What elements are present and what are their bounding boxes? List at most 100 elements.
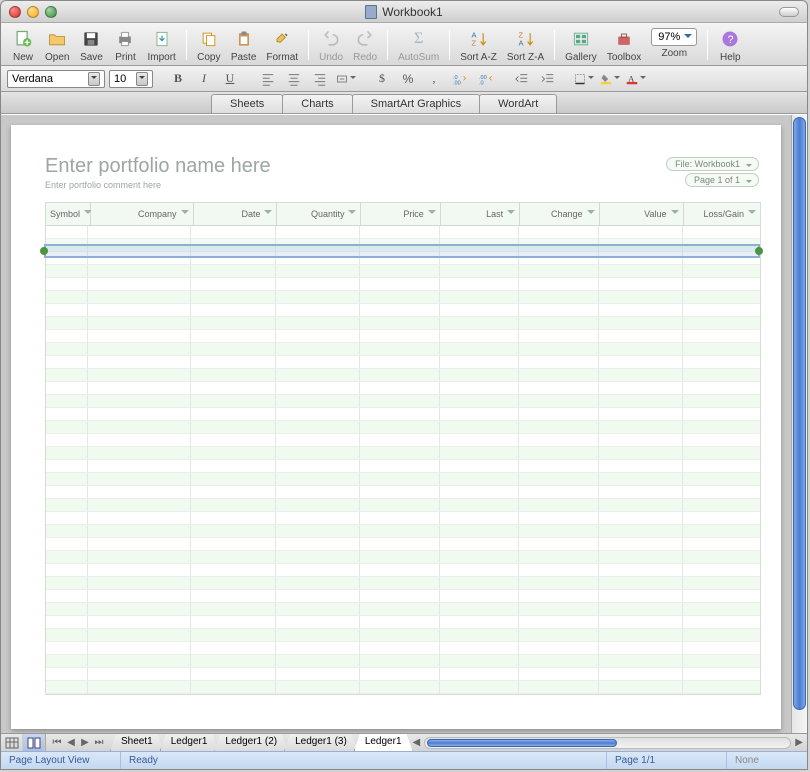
- cell[interactable]: [440, 239, 520, 252]
- cell[interactable]: [599, 681, 683, 694]
- cell[interactable]: [191, 291, 275, 304]
- cell[interactable]: [276, 590, 360, 603]
- cell[interactable]: [360, 330, 440, 343]
- cell[interactable]: [46, 291, 88, 304]
- cell[interactable]: [440, 564, 520, 577]
- cell[interactable]: [360, 239, 440, 252]
- cell[interactable]: [88, 356, 191, 369]
- cell[interactable]: [88, 330, 191, 343]
- sheet-tab[interactable]: Ledger1: [354, 734, 413, 751]
- cell[interactable]: [360, 629, 440, 642]
- cell[interactable]: [88, 590, 191, 603]
- column-header[interactable]: Last: [441, 203, 520, 225]
- cell[interactable]: [191, 525, 275, 538]
- cell[interactable]: [519, 239, 599, 252]
- normal-view-button[interactable]: [1, 734, 23, 751]
- cell[interactable]: [440, 369, 520, 382]
- cell[interactable]: [519, 512, 599, 525]
- increase-decimal-button[interactable]: .0.00: [449, 69, 471, 89]
- cell[interactable]: [276, 395, 360, 408]
- cell[interactable]: [276, 525, 360, 538]
- insert-row-handle[interactable]: [40, 247, 48, 255]
- cell[interactable]: [88, 291, 191, 304]
- cell[interactable]: [360, 382, 440, 395]
- cell[interactable]: [46, 642, 88, 655]
- cell[interactable]: [46, 395, 88, 408]
- page-layout-view-button[interactable]: [23, 734, 45, 751]
- sheet-tab[interactable]: Ledger1 (3): [284, 734, 358, 751]
- cell[interactable]: [599, 356, 683, 369]
- cell[interactable]: [683, 616, 760, 629]
- vscroll-thumb[interactable]: [793, 117, 806, 710]
- cell[interactable]: [599, 291, 683, 304]
- cell[interactable]: [440, 447, 520, 460]
- table-row[interactable]: [46, 577, 760, 590]
- cell[interactable]: [46, 590, 88, 603]
- table-row[interactable]: [46, 486, 760, 499]
- file-info-pill[interactable]: File: Workbook1: [666, 157, 759, 171]
- cell[interactable]: [360, 460, 440, 473]
- cell[interactable]: [519, 538, 599, 551]
- cell[interactable]: [191, 265, 275, 278]
- cell[interactable]: [599, 369, 683, 382]
- cell[interactable]: [46, 421, 88, 434]
- cell[interactable]: [440, 291, 520, 304]
- cell[interactable]: [46, 681, 88, 694]
- cell[interactable]: [88, 395, 191, 408]
- filter-icon[interactable]: [748, 210, 756, 218]
- tab-smartart[interactable]: SmartArt Graphics: [352, 94, 480, 113]
- cell[interactable]: [88, 525, 191, 538]
- table-row[interactable]: [46, 460, 760, 473]
- cell[interactable]: [683, 577, 760, 590]
- cell[interactable]: [440, 655, 520, 668]
- cell[interactable]: [683, 369, 760, 382]
- cell[interactable]: [276, 265, 360, 278]
- sheet-tab[interactable]: Ledger1: [160, 734, 219, 751]
- prev-sheet-button[interactable]: ◀: [64, 736, 78, 750]
- table-row[interactable]: [46, 278, 760, 291]
- cell[interactable]: [88, 447, 191, 460]
- cell[interactable]: [683, 499, 760, 512]
- cell[interactable]: [360, 447, 440, 460]
- cell[interactable]: [519, 564, 599, 577]
- cell[interactable]: [599, 538, 683, 551]
- cell[interactable]: [46, 603, 88, 616]
- cell[interactable]: [599, 226, 683, 239]
- table-row[interactable]: [46, 252, 760, 265]
- cell[interactable]: [276, 317, 360, 330]
- cell[interactable]: [191, 421, 275, 434]
- table-row[interactable]: [46, 408, 760, 421]
- table-row[interactable]: [46, 473, 760, 486]
- sort-az-button[interactable]: AZSort A-Z: [456, 26, 501, 64]
- cell[interactable]: [683, 252, 760, 265]
- cell[interactable]: [519, 525, 599, 538]
- table-row[interactable]: [46, 226, 760, 239]
- cell[interactable]: [88, 655, 191, 668]
- cell[interactable]: [88, 551, 191, 564]
- cell[interactable]: [46, 382, 88, 395]
- zoom-control[interactable]: 97%Zoom: [647, 26, 701, 64]
- table-row[interactable]: [46, 564, 760, 577]
- currency-button[interactable]: $: [371, 69, 393, 89]
- cell[interactable]: [276, 603, 360, 616]
- cell[interactable]: [276, 382, 360, 395]
- cell[interactable]: [46, 512, 88, 525]
- cell[interactable]: [191, 473, 275, 486]
- cell[interactable]: [440, 525, 520, 538]
- cell[interactable]: [519, 408, 599, 421]
- cell[interactable]: [191, 369, 275, 382]
- cell[interactable]: [683, 538, 760, 551]
- cell[interactable]: [191, 408, 275, 421]
- cell[interactable]: [276, 577, 360, 590]
- cell[interactable]: [276, 252, 360, 265]
- filter-icon[interactable]: [348, 210, 356, 218]
- cell[interactable]: [46, 252, 88, 265]
- cell[interactable]: [360, 434, 440, 447]
- cell[interactable]: [599, 460, 683, 473]
- cell[interactable]: [360, 577, 440, 590]
- cell[interactable]: [683, 590, 760, 603]
- table-row[interactable]: [46, 668, 760, 681]
- cell[interactable]: [360, 291, 440, 304]
- undo-button[interactable]: Undo: [315, 26, 347, 64]
- cell[interactable]: [360, 616, 440, 629]
